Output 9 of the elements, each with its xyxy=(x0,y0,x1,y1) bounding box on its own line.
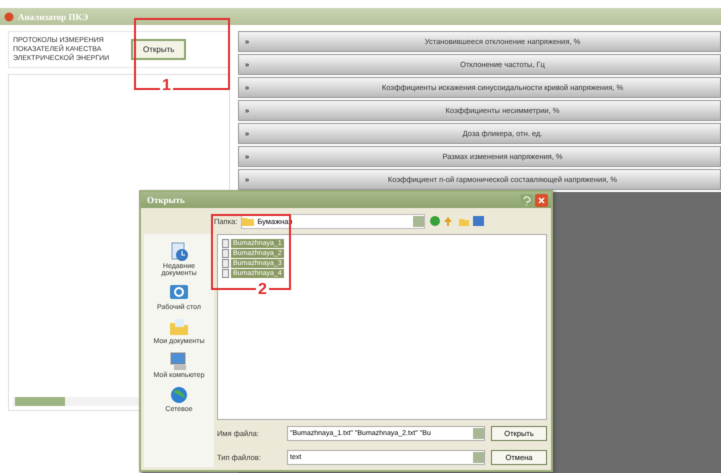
help-icon[interactable] xyxy=(520,194,533,206)
dialog-title: Открыть xyxy=(147,195,186,205)
app-icon xyxy=(4,12,14,22)
window-title: Анализатор ПКЭ xyxy=(18,12,88,22)
folder-icon xyxy=(242,216,254,226)
folder-icon xyxy=(168,317,190,337)
close-icon[interactable] xyxy=(535,194,548,206)
open-button[interactable]: Открыть xyxy=(131,39,186,60)
globe-icon xyxy=(168,385,190,405)
